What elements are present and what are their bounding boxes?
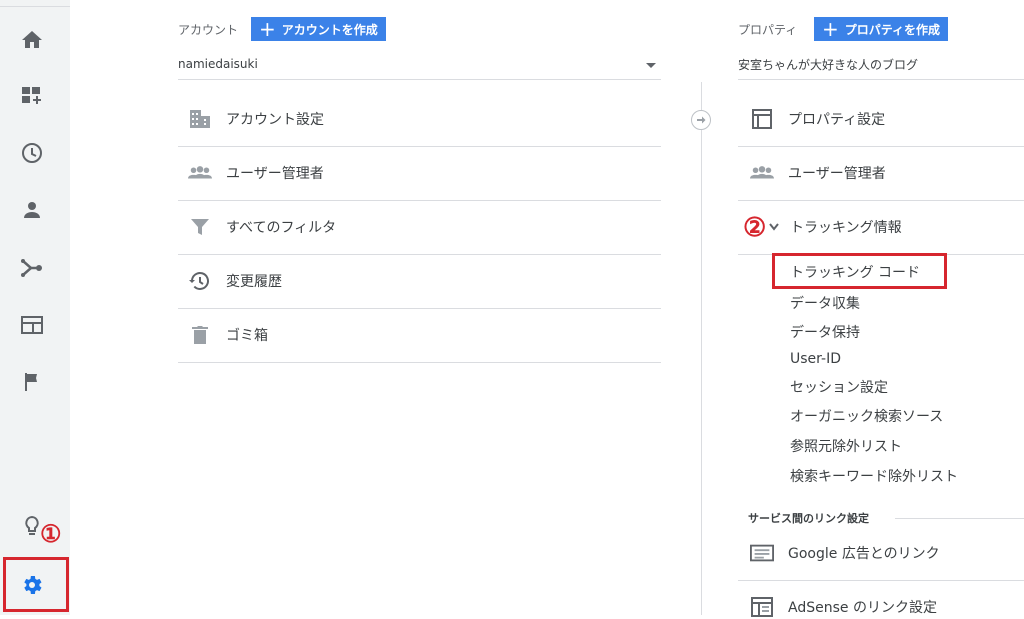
divider <box>178 200 661 201</box>
menu-trash[interactable]: ゴミ箱 <box>188 323 268 347</box>
account-selector[interactable]: namiedaisuki <box>178 57 258 71</box>
dashboard-icon[interactable] <box>20 84 44 108</box>
people-icon <box>750 161 774 185</box>
menu-label: トラッキング情報 <box>790 220 902 236</box>
create-account-button[interactable]: + アカウントを作成 <box>251 17 386 41</box>
menu-label: プロパティ設定 <box>788 112 886 128</box>
chevron-down-icon[interactable] <box>646 63 656 68</box>
arrow-right-icon <box>691 110 711 130</box>
people-icon <box>188 161 212 185</box>
annotation-highlight-tracking-code <box>772 253 947 289</box>
history-icon <box>188 269 212 293</box>
session-settings-link[interactable]: セッション設定 <box>790 377 888 397</box>
sidebar-divider <box>0 6 70 7</box>
divider <box>738 580 1024 581</box>
behavior-icon[interactable] <box>20 313 44 337</box>
property-column-label: プロパティ <box>738 23 798 37</box>
user-id-link[interactable]: User-ID <box>790 351 841 367</box>
organic-search-sources-link[interactable]: オーガニック検索ソース <box>790 406 943 426</box>
plus-icon: + <box>822 17 839 41</box>
property-selector-underline <box>738 79 1024 80</box>
acquisition-icon[interactable] <box>20 256 44 280</box>
menu-all-filters[interactable]: すべてのフィルタ <box>188 215 336 239</box>
menu-label: アカウント設定 <box>226 112 324 128</box>
data-retention-link[interactable]: データ保持 <box>790 322 860 342</box>
referral-exclusion-link[interactable]: 参照元除外リスト <box>790 436 902 456</box>
trash-icon <box>188 323 212 347</box>
person-icon[interactable] <box>20 198 44 222</box>
menu-label: ユーザー管理者 <box>226 166 324 182</box>
annotation-number-1: ① <box>40 519 62 548</box>
product-linking-section-title: サービス間のリンク設定 <box>748 512 869 525</box>
search-term-exclusion-link[interactable]: 検索キーワード除外リスト <box>790 466 958 486</box>
property-settings-icon <box>750 107 774 131</box>
account-selector-underline <box>178 79 661 80</box>
divider <box>738 146 1024 147</box>
menu-property-user-management[interactable]: ユーザー管理者 <box>750 161 886 185</box>
menu-label: ユーザー管理者 <box>788 166 886 182</box>
column-separator <box>701 82 702 615</box>
menu-label: すべてのフィルタ <box>226 220 337 236</box>
building-icon <box>188 107 212 131</box>
annotation-highlight-admin <box>3 557 69 612</box>
divider <box>178 254 661 255</box>
menu-property-settings[interactable]: プロパティ設定 <box>750 107 885 131</box>
chevron-down-icon <box>766 215 782 239</box>
property-selector[interactable]: 安室ちゃんが大好きな人のブログ <box>738 56 918 73</box>
menu-adsense-linking[interactable]: AdSense のリンク設定 <box>750 595 937 619</box>
create-property-label: プロパティを作成 <box>844 22 941 37</box>
flag-icon[interactable] <box>20 370 44 394</box>
menu-label: Google 広告とのリンク <box>788 546 940 562</box>
ads-linking-icon <box>750 541 774 565</box>
account-column-label: アカウント <box>178 23 239 37</box>
divider <box>178 308 661 309</box>
data-collection-link[interactable]: データ収集 <box>790 293 860 313</box>
menu-change-history[interactable]: 変更履歴 <box>188 269 282 293</box>
clock-icon[interactable] <box>20 141 44 165</box>
menu-label: 変更履歴 <box>226 274 282 290</box>
plus-icon: + <box>259 17 276 41</box>
menu-account-settings[interactable]: アカウント設定 <box>188 107 324 131</box>
menu-label: AdSense のリンク設定 <box>788 600 937 616</box>
menu-account-user-management[interactable]: ユーザー管理者 <box>188 161 324 185</box>
menu-google-ads-linking[interactable]: Google 広告とのリンク <box>750 541 940 565</box>
divider <box>738 200 1024 201</box>
filter-icon <box>188 215 212 239</box>
home-icon[interactable] <box>20 28 44 52</box>
left-nav-sidebar: ① <box>0 0 70 615</box>
menu-label: ゴミ箱 <box>226 328 268 344</box>
menu-tracking-info[interactable]: トラッキング情報 <box>766 215 902 239</box>
annotation-number-2: ② <box>743 213 767 243</box>
divider <box>178 362 661 363</box>
adsense-icon <box>750 595 774 619</box>
section-divider <box>895 518 1024 519</box>
create-account-label: アカウントを作成 <box>281 22 378 37</box>
divider <box>178 146 661 147</box>
create-property-button[interactable]: + プロパティを作成 <box>814 17 949 41</box>
